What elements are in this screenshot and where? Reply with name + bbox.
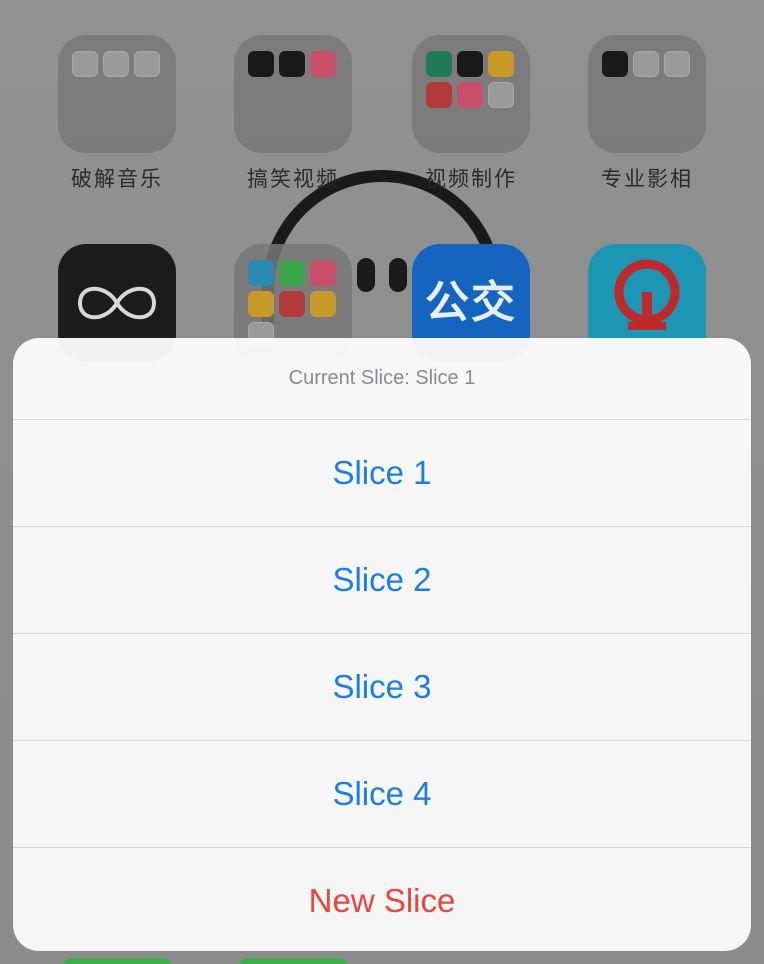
- app-icon: [426, 82, 452, 108]
- folder-pro-photo[interactable]: 专业影相: [588, 35, 706, 193]
- bus-tile-text: 公交: [425, 277, 517, 328]
- iqiyi-icon: [279, 260, 305, 286]
- folder-label: 专业影相: [601, 167, 693, 191]
- app-icon: [279, 291, 305, 317]
- wallpaper-dot: [357, 258, 375, 292]
- slice-2-option[interactable]: Slice 2: [13, 527, 751, 634]
- app-icon: [310, 291, 336, 317]
- slice-1-option[interactable]: Slice 1: [13, 420, 751, 527]
- app-icon: [426, 51, 452, 77]
- folder-funny-videos[interactable]: 搞笑视频: [234, 35, 352, 193]
- wallpaper-dot: [389, 258, 407, 292]
- folder-tile: [412, 35, 530, 153]
- folder-tile: [58, 35, 176, 153]
- dock-icon: [238, 958, 348, 964]
- tiktok-icon: [248, 51, 274, 77]
- slice-4-option[interactable]: Slice 4: [13, 741, 751, 848]
- folder-label: 视频制作: [425, 167, 517, 191]
- camera-app-icon: [602, 51, 628, 77]
- tiktok-icon: [279, 51, 305, 77]
- app-icon: [488, 51, 514, 77]
- action-sheet: Current Slice: Slice 1 Slice 1 Slice 2 S…: [13, 338, 751, 951]
- app-icon: [248, 260, 274, 286]
- folder-tile: [234, 35, 352, 153]
- folder-tile: [588, 35, 706, 153]
- app-icon: [248, 291, 274, 317]
- app-icon: [457, 82, 483, 108]
- action-sheet-title: Current Slice: Slice 1: [13, 338, 751, 420]
- app-icon: [457, 51, 483, 77]
- app-icon: [310, 51, 336, 77]
- new-slice-button[interactable]: New Slice: [13, 848, 751, 951]
- app-icon: [488, 82, 514, 108]
- folder-label: 破解音乐: [71, 167, 163, 191]
- dock-icon: [62, 958, 172, 964]
- folder-music[interactable]: 破解音乐: [58, 35, 176, 193]
- folder-label: 搞笑视频: [247, 167, 339, 191]
- slice-3-option[interactable]: Slice 3: [13, 634, 751, 741]
- folder-video-editing[interactable]: 视频制作: [412, 35, 530, 193]
- app-icon: [310, 260, 336, 286]
